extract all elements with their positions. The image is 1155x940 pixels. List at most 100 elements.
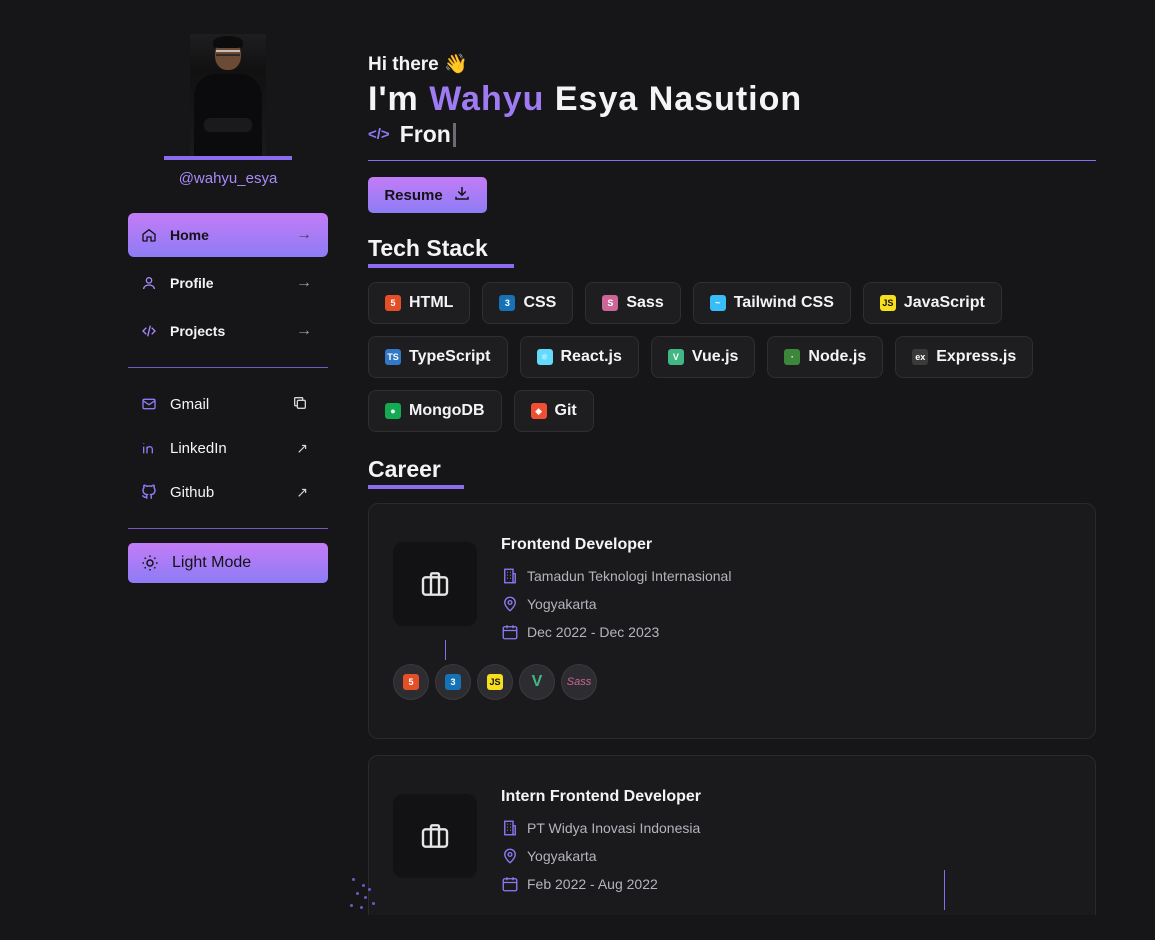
external-link-icon: ↗ (296, 439, 308, 456)
nav-item-label: Profile (170, 275, 214, 291)
career-card: Intern Frontend Developer PT Widya Inova… (368, 755, 1096, 915)
tech-chip: ◆ Git (513, 390, 594, 432)
name-rest: Esya Nasution (544, 80, 803, 118)
tech-label: Vue.js (691, 348, 739, 365)
linkedin-icon (140, 439, 158, 457)
tech-label: CSS (523, 294, 557, 311)
nav-item-projects[interactable]: Projects → (128, 309, 328, 353)
external-link-icon: ↗ (296, 483, 308, 500)
calendar-icon (501, 875, 519, 893)
link-label: Github (170, 483, 215, 501)
tech-stack-list: 5 HTML 3 CSS S Sass ~ Tailwind CSS JS JavaScript T… (368, 282, 1096, 432)
wave-icon: 👋 (444, 54, 468, 75)
tech-label: Sass (626, 294, 664, 311)
tech-label: MongoDB (409, 402, 485, 419)
resume-button[interactable]: Resume (368, 177, 487, 213)
nav-item-label: Home (170, 227, 209, 243)
tech-stack-title: Tech Stack (368, 235, 514, 268)
tech-logo-icon: ⚛ (536, 349, 553, 365)
avatar (190, 34, 266, 156)
sass-icon: Sass (561, 664, 597, 700)
typed-role: </> Fron (368, 121, 1096, 148)
timeline-connector (445, 640, 446, 660)
career-title: Career (368, 456, 464, 489)
tech-label: Tailwind CSS (733, 294, 834, 311)
name-prefix: I'm (368, 80, 430, 118)
company-name: PT Widya Inovasi Indonesia (527, 820, 701, 836)
job-company: PT Widya Inovasi Indonesia (501, 814, 701, 842)
vue-icon: V (519, 664, 555, 700)
career-card: Frontend Developer Tamadun Teknologi Int… (368, 503, 1096, 739)
github-icon (140, 483, 158, 501)
job-location: Yogyakarta (501, 590, 731, 618)
tech-chip: · Node.js (767, 336, 884, 378)
user-icon (140, 274, 158, 292)
copy-icon[interactable] (292, 395, 308, 414)
tech-chip: TS TypeScript (368, 336, 508, 378)
tech-logo-icon: ex (912, 349, 929, 365)
main-content: Hi there 👋 I'm Wahyu Esya Nasution </> F… (368, 52, 1096, 915)
link-label: Gmail (170, 395, 210, 413)
greeting-text: Hi there (368, 54, 439, 75)
light-mode-label: Light Mode (172, 554, 252, 571)
tech-logo-icon: ~ (709, 295, 726, 311)
sun-icon (140, 553, 160, 573)
javascript-icon: JS (477, 664, 513, 700)
tech-chip: 5 HTML (368, 282, 471, 324)
briefcase-icon (393, 542, 477, 626)
building-icon (501, 819, 519, 837)
building-icon (501, 567, 519, 585)
tech-chip: ⚛ React.js (519, 336, 639, 378)
tech-chip: ● MongoDB (368, 390, 502, 432)
tech-logo-icon: ◆ (530, 403, 547, 419)
job-location: Yogyakarta (501, 842, 701, 870)
tech-label: React.js (560, 348, 622, 365)
code-icon (140, 322, 158, 340)
tech-logo-icon: V (667, 349, 684, 365)
link-linkedin[interactable]: LinkedIn ↗ (128, 426, 328, 470)
job-period: Feb 2022 - Aug 2022 (501, 870, 701, 898)
tech-chip: V Vue.js (650, 336, 756, 378)
divider (128, 528, 328, 529)
tech-label: Git (554, 402, 577, 419)
tech-logo-icon: · (784, 349, 801, 365)
main-nav: Home → Profile → Projects → (128, 213, 328, 353)
role-text: Fron (399, 121, 451, 147)
location-pin-icon (501, 595, 519, 613)
tech-chip: ex Express.js (895, 336, 1034, 378)
mail-icon (140, 395, 158, 413)
tech-chip: 3 CSS (482, 282, 574, 324)
arrow-right-icon: → (296, 322, 312, 339)
location-text: Yogyakarta (527, 596, 597, 612)
job-title: Frontend Developer (501, 536, 653, 553)
job-period: Dec 2022 - Dec 2023 (501, 618, 731, 646)
tech-chip: ~ Tailwind CSS (692, 282, 851, 324)
light-mode-button[interactable]: Light Mode (128, 543, 328, 583)
period-text: Dec 2022 - Dec 2023 (527, 624, 660, 640)
company-name: Tamadun Teknologi Internasional (527, 568, 732, 584)
link-github[interactable]: Github ↗ (128, 470, 328, 514)
tech-chip: JS JavaScript (862, 282, 1002, 324)
tech-logo-icon: 3 (499, 295, 516, 311)
html5-icon: 5 (393, 664, 429, 700)
location-pin-icon (501, 847, 519, 865)
briefcase-icon (393, 794, 477, 878)
link-gmail[interactable]: Gmail (128, 382, 328, 426)
avatar-underline (164, 156, 292, 160)
tech-label: TypeScript (409, 348, 491, 365)
tech-logo-icon: TS (385, 349, 401, 365)
tech-label: Express.js (936, 348, 1017, 365)
job-title: Intern Frontend Developer (501, 788, 702, 805)
nav-item-home[interactable]: Home → (128, 213, 328, 257)
tech-logo-icon: ● (385, 403, 401, 419)
tech-logo-icon: 5 (385, 295, 401, 311)
calendar-icon (501, 623, 519, 641)
nav-item-profile[interactable]: Profile → (128, 261, 328, 305)
decorative-line (944, 870, 945, 910)
period-text: Feb 2022 - Aug 2022 (527, 876, 658, 892)
greeting: Hi there 👋 (368, 52, 1096, 76)
divider (128, 367, 328, 368)
tech-label: JavaScript (903, 294, 985, 311)
contact-links: Gmail LinkedIn ↗ Github ↗ (128, 382, 328, 514)
profile-header: @wahyu_esya (164, 30, 292, 187)
